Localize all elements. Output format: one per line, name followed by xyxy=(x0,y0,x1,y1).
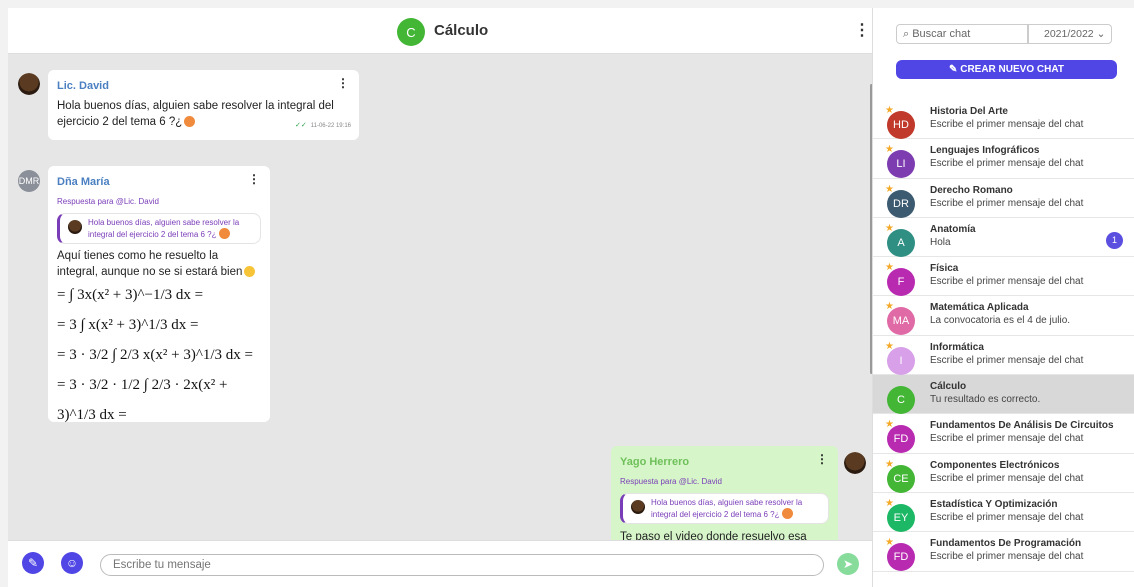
chat-title: Historia Del Arte xyxy=(930,106,1008,117)
star-icon: ★ xyxy=(885,222,894,234)
chat-title: Cálculo xyxy=(434,22,489,39)
year-select[interactable]: 2021/2022 ⌄ xyxy=(1028,24,1112,44)
chat-title: Componentes Electrónicos xyxy=(930,459,1060,471)
chat-avatar: C xyxy=(887,386,915,415)
star-icon: ★ xyxy=(885,340,894,352)
chat-title: Fundamentos De Análisis De Circuitos xyxy=(930,420,1114,432)
attach-icon[interactable]: ✎ xyxy=(22,552,44,574)
chat-preview: Hola xyxy=(930,236,951,248)
read-ticks-icon: ✓✓ xyxy=(295,122,307,129)
star-icon: ★ xyxy=(885,497,894,509)
chat-title: Derecho Romano xyxy=(930,184,1013,196)
chat-preview: Tu resultado es correcto. xyxy=(930,394,1041,406)
app-window: C Cálculo ⋮ Lic. David ⋮ Hola buenos día… xyxy=(8,8,1134,587)
avatar xyxy=(631,500,645,514)
avatar xyxy=(18,73,40,95)
star-icon: ★ xyxy=(885,105,894,116)
avatar: DMR xyxy=(18,170,40,192)
chat-title: Informática xyxy=(930,341,984,353)
chat-title: Cálculo xyxy=(930,381,967,393)
chat-title: Matemática Aplicada xyxy=(930,302,1029,314)
chat-list-item[interactable]: FD ★ Fundamentos De Análisis De Circuito… xyxy=(873,414,1134,454)
message-input[interactable] xyxy=(100,554,824,576)
chat-list-item[interactable]: I ★ Informática Escribe el primer mensaj… xyxy=(873,336,1134,376)
reply-label: Respuesta para @Lic. David xyxy=(620,477,722,486)
chat-avatar: C xyxy=(397,18,425,46)
chat-list: HD ★ Historia Del Arte Escribe el primer… xyxy=(873,100,1134,572)
chat-pane: C Cálculo ⋮ Lic. David ⋮ Hola buenos día… xyxy=(8,8,872,587)
star-icon: ★ xyxy=(885,262,894,274)
sender-name: Yago Herrero xyxy=(620,456,690,468)
emoji-icon xyxy=(244,266,256,277)
create-chat-button[interactable]: ✎ CREAR NUEVO CHAT xyxy=(896,60,1117,79)
avatar xyxy=(68,220,82,234)
chat-list-item[interactable]: CE ★ Componentes Electrónicos Escribe el… xyxy=(873,454,1134,493)
star-icon: ★ xyxy=(885,144,894,156)
chat-list-item[interactable]: EY ★ Estadística Y Optimización Escribe … xyxy=(873,493,1134,533)
chat-title: Física xyxy=(930,263,959,275)
message-bubble: Dña María ⋮ Respuesta para @Lic. David H… xyxy=(48,166,270,422)
quoted-message[interactable]: Hola buenos días, alguien sabe resolver … xyxy=(57,213,261,244)
emoji-icon xyxy=(218,228,230,239)
star-icon: ★ xyxy=(885,537,894,549)
chat-header: C Cálculo ⋮ xyxy=(8,8,872,54)
input-bar: ✎ ☺ ➤ xyxy=(8,540,872,587)
emoji-icon xyxy=(184,116,196,127)
emoji-picker-icon[interactable]: ☺ xyxy=(61,552,83,574)
message-menu-icon[interactable]: ⋮ xyxy=(337,75,349,91)
chat-preview: Escribe el primer mensaje del chat xyxy=(930,158,1084,170)
quoted-message[interactable]: Hola buenos días, alguien sabe resolver … xyxy=(620,493,829,524)
chevron-down-icon: ⌄ xyxy=(1096,28,1106,40)
chat-list-item[interactable]: LI ★ Lenguajes Infográficos Escribe el p… xyxy=(873,139,1134,179)
chat-preview: Escribe el primer mensaje del chat xyxy=(930,551,1084,563)
message-menu-icon[interactable]: ⋮ xyxy=(816,451,828,467)
chat-sidebar: ⌕ Buscar chat 2021/2022 ⌄ ✎ CREAR NUEVO … xyxy=(872,8,1134,587)
chat-list-item[interactable]: FD ★ Fundamentos De Programación Escribe… xyxy=(873,532,1134,572)
star-icon: ★ xyxy=(885,419,894,431)
star-icon: ★ xyxy=(885,301,894,313)
search-input[interactable]: ⌕ Buscar chat xyxy=(896,24,1028,44)
chat-preview: Escribe el primer mensaje del chat xyxy=(930,472,1084,484)
message-text: Te paso el video donde resuelvo esa mism… xyxy=(620,531,807,540)
chat-title: Fundamentos De Programación xyxy=(930,538,1082,550)
avatar xyxy=(844,452,866,474)
sender-name: Dña María xyxy=(57,176,110,188)
chat-list-item[interactable]: DR ★ Derecho Romano Escribe el primer me… xyxy=(873,179,1134,218)
chat-title: Anatomía xyxy=(930,223,976,235)
chat-preview: La convocatoria es el 4 de julio. xyxy=(930,315,1071,327)
sender-name: Lic. David xyxy=(57,80,109,92)
message-bubble: Yago Herrero ⋮ Respuesta para @Lic. Davi… xyxy=(611,446,838,540)
reply-label: Respuesta para @Lic. David xyxy=(57,197,159,206)
math-image: = ∫ 3x(x² + 3)^−1/3 dx = = 3 ∫ x(x² + 3)… xyxy=(57,287,254,422)
chat-preview: Escribe el primer mensaje del chat xyxy=(930,511,1084,523)
chat-list-item[interactable]: F ★ Física Escribe el primer mensaje del… xyxy=(873,257,1134,297)
chat-list-item[interactable]: A ★ Anatomía Hola 1 xyxy=(873,218,1134,258)
chat-preview: Escribe el primer mensaje del chat xyxy=(930,354,1084,366)
chat-preview: Escribe el primer mensaje del chat xyxy=(930,197,1084,209)
message-list[interactable]: Lic. David ⋮ Hola buenos días, alguien s… xyxy=(8,54,872,540)
message-time: ✓✓ 11-06-22 19:16 xyxy=(295,122,351,129)
emoji-icon xyxy=(781,508,793,519)
chat-list-item-active[interactable]: C Cálculo Tu resultado es correcto. xyxy=(873,375,1134,415)
chat-preview: Escribe el primer mensaje del chat xyxy=(930,433,1084,445)
chat-list-item[interactable]: HD ★ Historia Del Arte Escribe el primer… xyxy=(873,100,1134,140)
more-menu-icon[interactable]: ⋮ xyxy=(854,20,870,40)
chat-list-item[interactable]: MA ★ Matemática Aplicada La convocatoria… xyxy=(873,296,1134,336)
chat-icon: ✎ xyxy=(949,64,961,75)
message-text: Aquí tienes como he resuelto la integral… xyxy=(57,248,261,280)
chat-preview: Escribe el primer mensaje del chat xyxy=(930,276,1084,288)
chat-title: Estadística Y Optimización xyxy=(930,498,1058,510)
message-bubble: Lic. David ⋮ Hola buenos días, alguien s… xyxy=(48,70,359,140)
chat-preview: Escribe el primer mensaje del chat xyxy=(930,119,1084,130)
send-icon[interactable]: ➤ xyxy=(837,553,859,575)
unread-badge: 1 xyxy=(1106,231,1123,249)
message-menu-icon[interactable]: ⋮ xyxy=(248,171,260,187)
chat-title: Lenguajes Infográficos xyxy=(930,145,1040,157)
star-icon: ★ xyxy=(885,183,894,195)
star-icon: ★ xyxy=(885,458,894,470)
search-icon: ⌕ xyxy=(903,28,913,40)
